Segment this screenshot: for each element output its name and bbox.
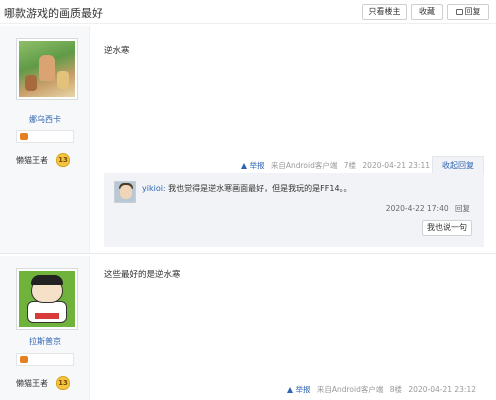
sub-reply-box: yikioi: 我也觉得是逆水寒画面最好，但是我玩的是FF14。。 2020-4… [104, 173, 484, 247]
sub-reply-meta: 2020-4-22 17:40 回复 [386, 203, 470, 214]
post-floor: 7楼 [343, 161, 357, 170]
reply-button[interactable]: 回复 [447, 4, 489, 20]
thread-title: 哪款游戏的画质最好 [4, 7, 103, 20]
post-source: 来自Android客户端 [316, 385, 384, 394]
warning-icon [287, 387, 294, 393]
sub-reply-content: 我也觉得是逆水寒画面最好，但是我玩的是FF14。。 [168, 184, 352, 193]
level-name: 懒猫王者 [16, 379, 48, 388]
post-time: 2020-04-21 23:12 [408, 385, 476, 394]
post-time: 2020-04-21 23:11 [362, 161, 430, 170]
medal-icon [20, 133, 28, 140]
level-badge: 懒猫王者 13 [16, 153, 74, 167]
sub-reply-text: yikioi: 我也觉得是逆水寒画面最好，但是我玩的是FF14。。 [142, 183, 352, 194]
post-source: 来自Android客户端 [270, 161, 338, 170]
warning-icon [241, 163, 248, 169]
medal-row [16, 130, 74, 143]
post-floor-7: 娜乌西卡 懒猫王者 13 逆水寒 举报 来自Android客户端 7楼 2020… [0, 26, 496, 254]
post-floor: 8楼 [389, 385, 403, 394]
author-panel: 娜乌西卡 懒猫王者 13 [0, 26, 90, 253]
report-link[interactable]: 举报 [287, 385, 310, 394]
sub-reply-user[interactable]: yikioi: [142, 184, 166, 193]
only-op-button[interactable]: 只看楼主 [362, 4, 407, 20]
medal-row [16, 353, 74, 366]
author-name[interactable]: 娜乌西卡 [0, 114, 90, 125]
author-panel: 拉斯普京 懒猫王者 13 [0, 256, 90, 400]
avatar[interactable] [16, 268, 78, 330]
level-name: 懒猫王者 [16, 156, 48, 165]
say-something-button[interactable]: 我也说一句 [422, 220, 472, 236]
avatar-image [19, 41, 75, 97]
post-meta: 举报 来自Android客户端 8楼 2020-04-21 23:12 [283, 384, 476, 395]
sub-reply-reply-link[interactable]: 回复 [455, 204, 470, 213]
post-content: 逆水寒 [104, 46, 130, 56]
collapse-replies-button[interactable]: 收起回复 [432, 156, 484, 174]
report-link[interactable]: 举报 [241, 161, 264, 170]
reply-icon [455, 9, 463, 15]
favorite-button[interactable]: 收藏 [411, 4, 443, 20]
medal-icon [20, 356, 28, 363]
post-meta: 举报 来自Android客户端 7楼 2020-04-21 23:11 [237, 160, 430, 171]
post-floor-8: 拉斯普京 懒猫王者 13 这些最好的是逆水寒 举报 来自Android客户端 8… [0, 256, 496, 400]
thread-header: 哪款游戏的画质最好 只看楼主 收藏 回复 [0, 0, 496, 24]
level-badge: 懒猫王者 13 [16, 376, 74, 390]
post-content: 这些最好的是逆水寒 [104, 270, 181, 280]
avatar-image [19, 271, 75, 327]
level-number-icon: 13 [56, 376, 70, 390]
reply-button-label: 回复 [464, 7, 481, 16]
sub-reply-avatar[interactable] [114, 181, 136, 203]
avatar[interactable] [16, 38, 78, 100]
author-name[interactable]: 拉斯普京 [0, 336, 90, 347]
level-number-icon: 13 [56, 153, 70, 167]
sub-reply-time: 2020-4-22 17:40 [385, 204, 449, 213]
